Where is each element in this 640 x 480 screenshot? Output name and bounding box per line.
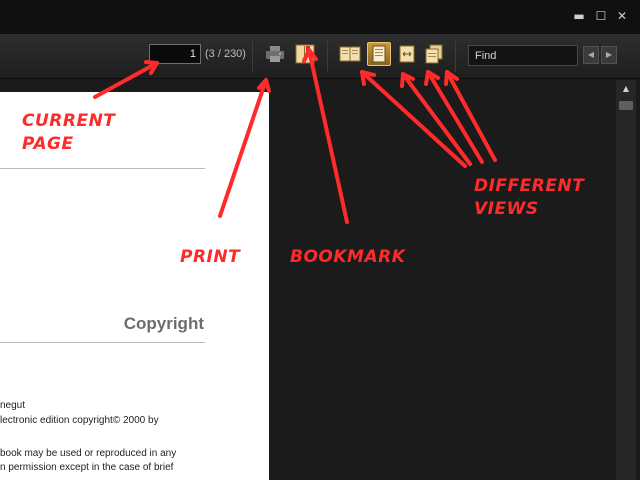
continuous-view-button[interactable] bbox=[422, 42, 446, 66]
annotation-views-line2: VIEWS bbox=[474, 199, 539, 219]
page-rule bbox=[0, 168, 205, 169]
toolbar-separator bbox=[455, 40, 456, 72]
copyright-heading: Copyright bbox=[123, 314, 204, 333]
view-arrow-2 bbox=[401, 72, 472, 166]
maximize-button[interactable]: ☐ bbox=[593, 8, 609, 24]
two-page-view-icon bbox=[339, 46, 361, 62]
toolbar-separator bbox=[327, 40, 328, 72]
annotation-print: PRINT bbox=[180, 247, 241, 267]
page-count-label: (3 / 230) bbox=[205, 48, 246, 60]
current-page-input[interactable] bbox=[149, 44, 201, 64]
document-text-line: book may be used or reproduced in any bbox=[0, 448, 177, 459]
toolbar-separator bbox=[252, 40, 253, 72]
single-page-view-button[interactable] bbox=[367, 42, 391, 66]
find-next-button[interactable]: ▶ bbox=[601, 46, 617, 64]
fit-width-view-button[interactable] bbox=[395, 42, 419, 66]
printer-icon bbox=[266, 46, 284, 62]
title-bar bbox=[0, 0, 640, 34]
two-page-view-button[interactable] bbox=[338, 42, 362, 66]
document-text-line: negut bbox=[0, 400, 26, 411]
view-arrow-1 bbox=[360, 70, 467, 168]
minimize-button[interactable]: ▬ bbox=[571, 8, 587, 24]
document-text-line: n permission except in the case of brief bbox=[0, 462, 174, 473]
find-previous-button[interactable]: ◀ bbox=[583, 46, 599, 64]
fit-width-view-icon bbox=[399, 45, 415, 63]
annotation-current-page: CURRENT PAGE bbox=[22, 110, 115, 156]
annotation-current-page-line1: CURRENT bbox=[22, 111, 116, 131]
annotation-views: DIFFERENT VIEWS bbox=[474, 175, 584, 221]
bookmark-icon bbox=[295, 44, 315, 64]
print-arrowhead bbox=[257, 78, 271, 93]
annotation-bookmark: BOOKMARK bbox=[290, 247, 406, 267]
document-text-line: lectronic edition copyright© 2000 by bbox=[0, 415, 159, 426]
close-button[interactable]: ✕ bbox=[614, 8, 630, 24]
view-arrow-3 bbox=[426, 70, 484, 164]
vertical-scrollbar[interactable]: ▲ bbox=[616, 80, 636, 480]
page-rule bbox=[0, 342, 205, 343]
bookmark-button[interactable] bbox=[293, 42, 317, 66]
view-arrow-4 bbox=[445, 70, 497, 162]
single-page-view-icon bbox=[372, 45, 386, 63]
annotation-current-page-line2: PAGE bbox=[22, 134, 74, 154]
annotation-views-line1: DIFFERENT bbox=[474, 176, 585, 196]
continuous-view-icon bbox=[425, 44, 443, 64]
scrollbar-thumb[interactable] bbox=[619, 101, 633, 110]
print-button[interactable] bbox=[263, 42, 287, 66]
scroll-up-button[interactable]: ▲ bbox=[618, 83, 634, 95]
find-input[interactable] bbox=[468, 45, 578, 66]
